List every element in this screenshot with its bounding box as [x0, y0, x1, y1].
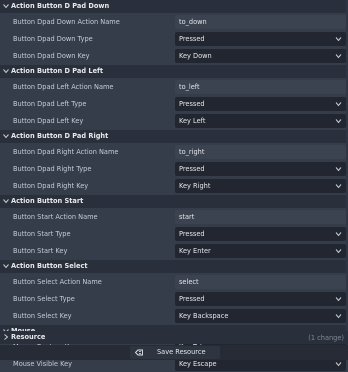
property-row: Button Dpad Left Type Pressed: [0, 96, 348, 112]
action-name-input[interactable]: to_down: [175, 15, 346, 29]
section-header[interactable]: Action Button D Pad Down: [0, 0, 348, 13]
chevron-down-icon: [335, 167, 342, 172]
property-row: Button Dpad Right Type Pressed: [0, 161, 348, 177]
chevron-down-icon: [3, 134, 9, 139]
action-name-input[interactable]: select: [175, 275, 346, 289]
field-value: Key Right: [179, 182, 211, 190]
property-row: Button Start Key Key Enter: [0, 243, 348, 259]
property-label: Button Start Action Name: [13, 213, 98, 221]
section-title: Action Button Start: [11, 197, 84, 205]
resource-section-header[interactable]: Resource (1 change): [0, 331, 348, 344]
property-row: Button Dpad Down Key Key Down: [0, 48, 348, 64]
action-name-input[interactable]: to_left: [175, 80, 346, 94]
property-label: Button Dpad Left Key: [13, 117, 84, 125]
chevron-right-icon: [4, 334, 9, 340]
section-title: Action Button D Pad Left: [11, 67, 104, 75]
field-value: Pressed: [179, 165, 205, 173]
save-icon: [135, 349, 143, 356]
property-row: Button Select Type Pressed: [0, 291, 348, 307]
resource-title: Resource: [11, 333, 46, 341]
property-row: Button Start Action Name start: [0, 209, 348, 225]
field-value: Key Enter: [179, 247, 211, 255]
field-value: to_down: [179, 18, 207, 26]
chevron-down-icon: [3, 264, 9, 269]
field-value: Pressed: [179, 295, 205, 303]
section-title: Action Button Select: [11, 262, 88, 270]
field-value: start: [179, 213, 195, 221]
property-dropdown[interactable]: Pressed: [175, 162, 346, 176]
section-header[interactable]: Action Button D Pad Left: [0, 65, 348, 78]
property-dropdown[interactable]: Pressed: [175, 97, 346, 111]
chevron-down-icon: [335, 37, 342, 42]
chevron-down-icon: [335, 184, 342, 189]
property-label: Mouse Visible Key: [13, 360, 73, 368]
property-label: Button Dpad Right Action Name: [13, 148, 119, 156]
field-value: Key Backspace: [179, 312, 229, 320]
property-dropdown[interactable]: Key Backspace: [175, 309, 346, 323]
field-value: Key Left: [179, 117, 206, 125]
field-value: Key Escape: [179, 360, 217, 368]
property-label: Button Select Key: [13, 312, 72, 320]
property-label: Button Start Type: [13, 230, 71, 238]
bottom-bar: Save Resource: [0, 345, 348, 360]
chevron-down-icon: [335, 119, 342, 124]
property-dropdown[interactable]: Key Enter: [175, 244, 346, 258]
property-row: Button Dpad Down Action Name to_down: [0, 14, 348, 30]
field-value: Pressed: [179, 100, 205, 108]
section-header[interactable]: Action Button Select: [0, 260, 348, 273]
property-label: Button Dpad Down Action Name: [13, 18, 120, 26]
section-header[interactable]: Action Button D Pad Right: [0, 130, 348, 143]
save-resource-button[interactable]: Save Resource: [130, 346, 220, 359]
property-row: Button Dpad Down Type Pressed: [0, 31, 348, 47]
property-dropdown[interactable]: Pressed: [175, 227, 346, 241]
section-title: Action Button D Pad Right: [11, 132, 109, 140]
property-label: Button Dpad Left Type: [13, 100, 87, 108]
property-row: Button Dpad Left Key Key Left: [0, 113, 348, 129]
property-dropdown[interactable]: Key Down: [175, 49, 346, 63]
property-label: Button Select Type: [13, 295, 75, 303]
chevron-down-icon: [3, 69, 9, 74]
chevron-down-icon: [335, 362, 342, 367]
chevron-down-icon: [335, 232, 342, 237]
section-title: Action Button D Pad Down: [11, 2, 110, 10]
action-name-input[interactable]: start: [175, 210, 346, 224]
chevron-down-icon: [335, 249, 342, 254]
field-value: Key Down: [179, 52, 212, 60]
property-dropdown[interactable]: Pressed: [175, 32, 346, 46]
inspector-panel: Action Button D Pad Down Button Dpad Down…: [0, 0, 348, 371]
field-value: Pressed: [179, 35, 205, 43]
chevron-down-icon: [335, 102, 342, 107]
chevron-down-icon: [3, 199, 9, 204]
property-row: Button Dpad Right Key Key Right: [0, 178, 348, 194]
property-dropdown[interactable]: Key Right: [175, 179, 346, 193]
field-value: Pressed: [179, 230, 205, 238]
property-label: Button Dpad Down Type: [13, 35, 93, 43]
property-label: Button Dpad Right Key: [13, 182, 89, 190]
property-row: Button Dpad Right Action Name to_right: [0, 144, 348, 160]
section-header[interactable]: Action Button Start: [0, 195, 348, 208]
field-value: select: [179, 278, 199, 286]
property-row: Button Select Action Name select: [0, 274, 348, 290]
property-label: Button Dpad Right Type: [13, 165, 92, 173]
property-row: Button Start Type Pressed: [0, 226, 348, 242]
save-resource-label: Save Resource: [157, 348, 206, 356]
chevron-down-icon: [335, 314, 342, 319]
property-row: Button Dpad Left Action Name to_left: [0, 79, 348, 95]
property-dropdown[interactable]: Pressed: [175, 292, 346, 306]
property-label: Button Start Key: [13, 247, 68, 255]
property-label: Button Dpad Down Key: [13, 52, 90, 60]
chevron-down-icon: [335, 54, 342, 59]
field-value: to_right: [179, 148, 205, 156]
chevron-down-icon: [335, 297, 342, 302]
property-dropdown[interactable]: Key Left: [175, 114, 346, 128]
resource-change-count: (1 change): [308, 334, 344, 342]
field-value: to_left: [179, 83, 200, 91]
property-label: Button Select Action Name: [13, 278, 102, 286]
property-label: Button Dpad Left Action Name: [13, 83, 114, 91]
property-row: Button Select Key Key Backspace: [0, 308, 348, 324]
chevron-down-icon: [3, 4, 9, 9]
action-name-input[interactable]: to_right: [175, 145, 346, 159]
